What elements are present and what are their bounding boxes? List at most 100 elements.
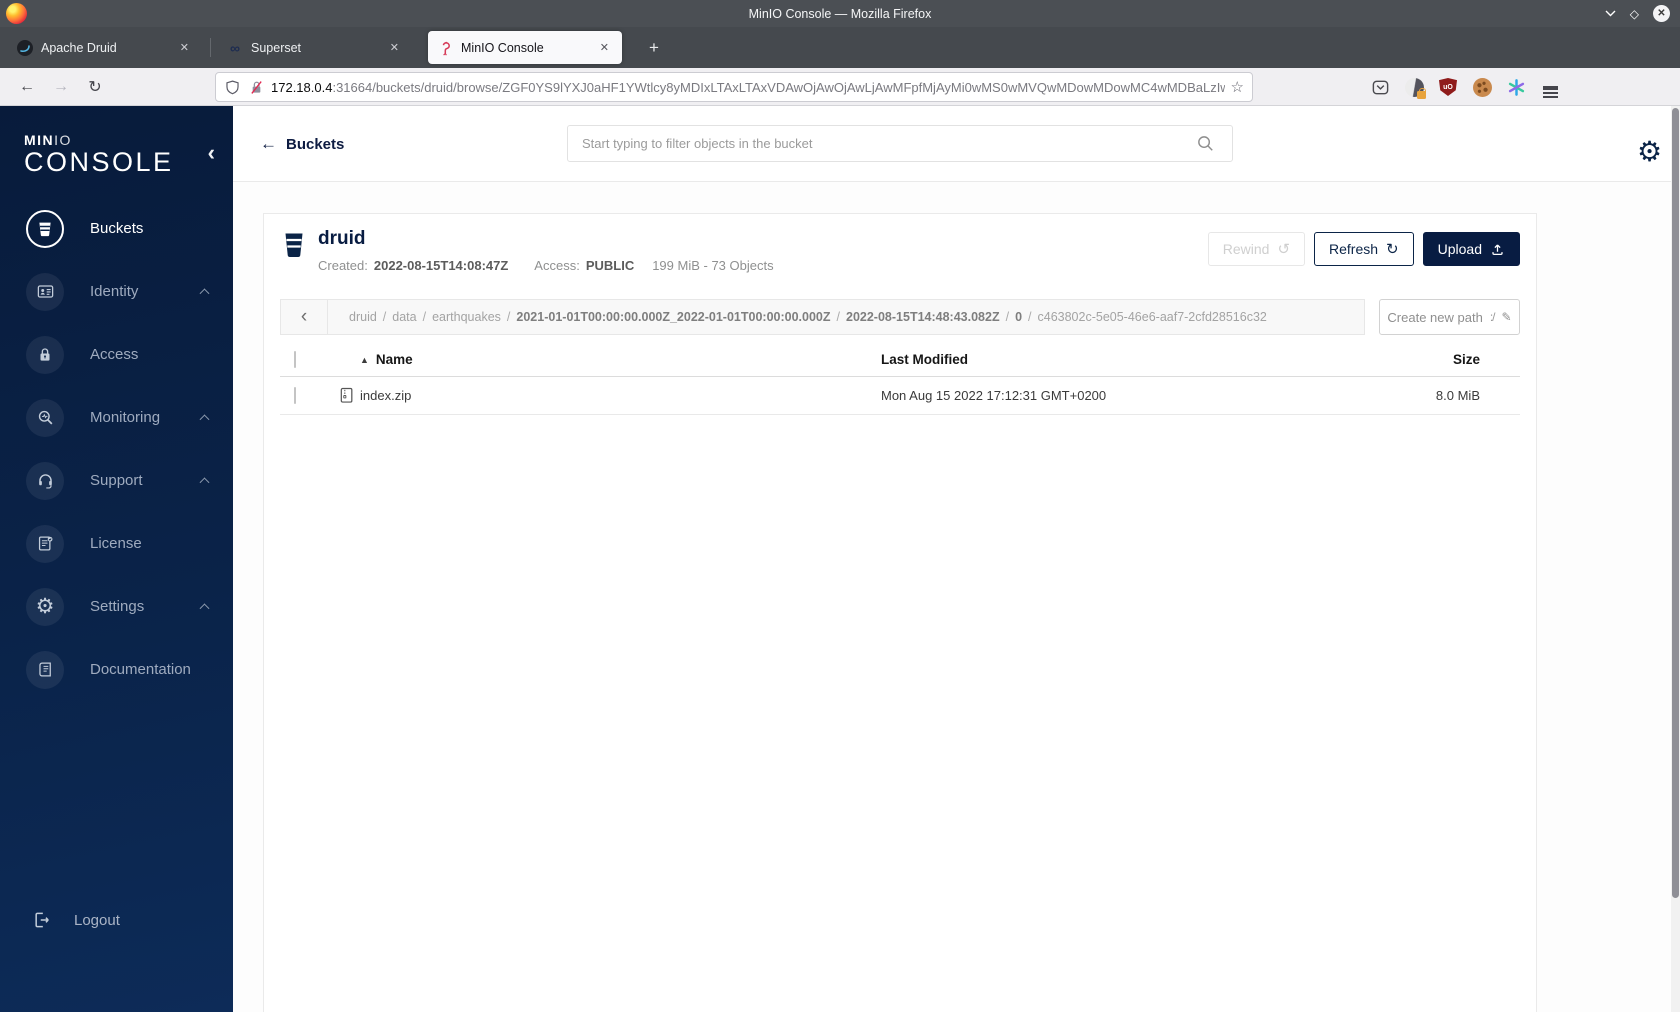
chevron-up-icon[interactable]: [199, 603, 210, 614]
tab-close-icon[interactable]: ✕: [176, 39, 193, 56]
logout-label: Logout: [74, 911, 120, 929]
identity-card-icon: [26, 272, 64, 311]
path-segment[interactable]: 0: [1015, 310, 1022, 324]
sidebar-item-label: Monitoring: [90, 409, 161, 427]
shield-icon[interactable]: [224, 79, 241, 96]
container-extension-icon[interactable]: [1505, 76, 1527, 98]
path-segment[interactable]: data: [392, 310, 416, 324]
logout-icon: [32, 910, 52, 930]
ublock-extension-icon[interactable]: uO: [1437, 76, 1459, 98]
chevron-up-icon[interactable]: [199, 414, 210, 425]
filter-objects-input[interactable]: [567, 125, 1233, 162]
sidebar-item-license[interactable]: License: [0, 512, 233, 575]
lock-icon: [26, 335, 64, 374]
tab-close-icon[interactable]: ✕: [386, 39, 403, 56]
select-all-checkbox[interactable]: [294, 351, 296, 368]
bucket-actions: Rewind ↺ Refresh ↻ Upload: [1207, 232, 1520, 266]
insecure-lock-icon[interactable]: [248, 79, 265, 96]
sidebar-item-buckets[interactable]: Buckets: [0, 197, 233, 260]
bucket-meta: Created: 2022-08-15T14:08:47Z Access: PUBLI…: [318, 258, 774, 273]
object-name: index.zip: [360, 388, 412, 403]
upload-label: Upload: [1437, 241, 1482, 257]
url-text[interactable]: 172.18.0.4:31664/buckets/druid/browse/ZG…: [271, 80, 1225, 95]
refresh-button[interactable]: Refresh ↻: [1314, 232, 1414, 266]
tab-close-icon[interactable]: ✕: [596, 39, 613, 56]
window-maximize-icon[interactable]: ◇: [1630, 8, 1639, 20]
object-size: 8.0 MiB: [1435, 388, 1480, 403]
table-row[interactable]: index.zip Mon Aug 15 2022 17:12:31 GMT+0…: [280, 377, 1520, 415]
tab-minio-console[interactable]: MinIO Console ✕: [428, 31, 622, 64]
new-tab-button[interactable]: +: [641, 38, 667, 58]
column-name[interactable]: ▲ Name: [340, 352, 881, 367]
create-new-path-button[interactable]: Create new path :/ ✎: [1379, 299, 1520, 335]
tab-label: Superset: [251, 40, 302, 55]
refresh-label: Refresh: [1329, 241, 1379, 257]
logo-io: IO: [54, 132, 72, 148]
chevron-up-icon[interactable]: [199, 477, 210, 488]
logo-console: CONSOLE: [24, 147, 174, 177]
sidebar-item-support[interactable]: Support: [0, 449, 233, 512]
path-segment[interactable]: druid: [349, 310, 377, 324]
path-segment[interactable]: earthquakes: [432, 310, 501, 324]
firefox-logo-icon: [6, 3, 27, 24]
object-name-cell[interactable]: index.zip: [340, 387, 881, 404]
sidebar-item-label: Settings: [90, 598, 145, 616]
column-last-modified[interactable]: Last Modified: [881, 352, 1370, 367]
sidebar-item-label: Support: [90, 472, 143, 490]
pocket-icon[interactable]: [1369, 76, 1391, 98]
sidebar-item-access[interactable]: Access: [0, 323, 233, 386]
gear-icon: ⚙: [26, 587, 64, 626]
tab-bar: Apache Druid ✕ ∞ Superset ✕ MinIO Consol…: [0, 27, 1680, 68]
rewind-icon: ↺: [1277, 240, 1291, 258]
upload-button[interactable]: Upload: [1422, 232, 1520, 266]
rewind-button[interactable]: Rewind ↺: [1207, 232, 1306, 266]
sidebar-item-settings[interactable]: ⚙ Settings: [0, 575, 233, 638]
window-minimize-icon[interactable]: [1605, 10, 1616, 17]
minio-main: ← Buckets ⚙ druid Created: 2022-08-15T14:…: [233, 106, 1680, 1012]
back-to-buckets[interactable]: ← Buckets: [260, 106, 344, 182]
bookmark-star-icon[interactable]: ☆: [1231, 78, 1244, 96]
bucket-name: druid: [318, 228, 366, 249]
bucket-icon: [26, 209, 64, 248]
sidebar-item-monitoring[interactable]: Monitoring: [0, 386, 233, 449]
tab-label: MinIO Console: [461, 40, 544, 55]
search-icon[interactable]: [1196, 134, 1215, 153]
sidebar-menu: Buckets Identity Access Monitoring Suppo…: [0, 197, 233, 701]
cookie-extension-icon[interactable]: [1471, 76, 1493, 98]
sidebar-collapse-icon[interactable]: ‹: [208, 142, 215, 164]
nav-back-icon[interactable]: ←: [12, 73, 42, 101]
path-segment[interactable]: 2021-01-01T00:00:00.000Z_2022-01-01T00:0…: [516, 310, 830, 324]
nav-reload-icon[interactable]: ↻: [80, 73, 110, 101]
url-path: :31664/buckets/druid/browse/ZGF0YS9lYXJ0…: [332, 79, 1224, 95]
chevron-up-icon[interactable]: [199, 288, 210, 299]
nav-forward-icon[interactable]: →: [46, 73, 76, 101]
privacy-extension-icon[interactable]: [1403, 76, 1426, 99]
row-checkbox[interactable]: [294, 387, 296, 404]
window-close-icon[interactable]: ✕: [1653, 5, 1670, 22]
sidebar-item-identity[interactable]: Identity: [0, 260, 233, 323]
browser-toolbar: ← → ↻ 172.18.0.4:31664/buckets/druid/bro…: [0, 68, 1680, 106]
support-icon: [26, 461, 64, 500]
page-scrollbar[interactable]: [1671, 106, 1680, 1012]
breadcrumb-back-icon[interactable]: ‹: [281, 300, 328, 334]
column-size[interactable]: Size: [1370, 352, 1520, 367]
bucket-usage: 199 MiB - 73 Objects: [652, 258, 774, 273]
bucket-browser-card: druid Created: 2022-08-15T14:08:47Z Access…: [263, 213, 1537, 1012]
breadcrumb-path: druid / data / earthquakes/2021-01-01T00:00:…: [349, 310, 1267, 324]
bucket-summary: druid Created: 2022-08-15T14:08:47Z Access…: [264, 214, 1536, 286]
tab-superset[interactable]: ∞ Superset ✕: [210, 31, 412, 64]
sidebar-item-label: Identity: [90, 283, 139, 301]
menu-hamburger-icon[interactable]: [1539, 76, 1561, 98]
minio-logo: MINIO CONSOLE ‹: [0, 106, 233, 176]
tab-apache-druid[interactable]: Apache Druid ✕: [8, 31, 202, 64]
sidebar-item-logout[interactable]: Logout: [0, 900, 233, 940]
path-segment[interactable]: c463802c-5e05-46e6-aaf7-2cfd28516c32: [1038, 310, 1267, 324]
url-bar[interactable]: 172.18.0.4:31664/buckets/druid/browse/ZG…: [215, 72, 1253, 102]
sidebar-item-documentation[interactable]: Documentation: [0, 638, 233, 701]
path-segment[interactable]: 2022-08-15T14:48:43.082Z: [846, 310, 1000, 324]
select-all-cell: [280, 351, 340, 368]
scrollbar-thumb[interactable]: [1672, 108, 1679, 898]
refresh-icon: ↻: [1386, 240, 1399, 258]
settings-gear-icon[interactable]: ⚙: [1637, 138, 1662, 166]
path-row: ‹ druid / data / earthquakes/2021-01-01T00:0…: [280, 299, 1520, 335]
